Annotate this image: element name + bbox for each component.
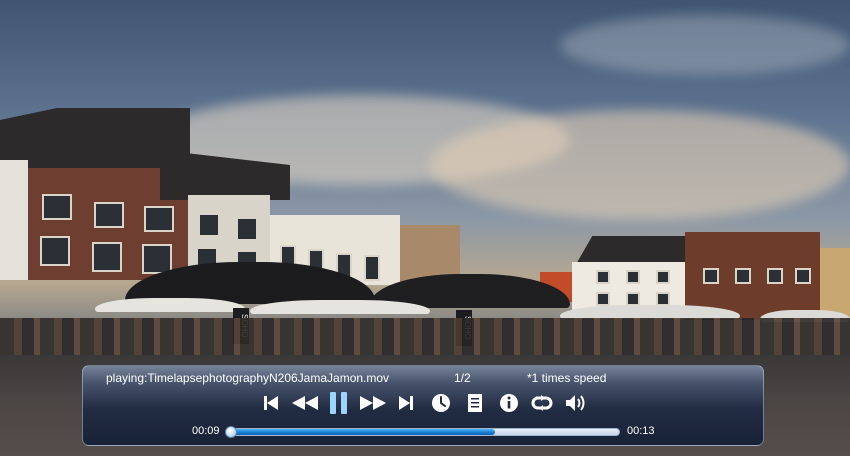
white-umbrella [95,298,245,312]
next-button[interactable] [396,390,416,416]
progress-row: 00:09 00:13 [83,424,763,440]
seek-bar-fill [231,429,495,435]
info-row: playing:TimelapsephotographyN206JamaJamo… [83,371,763,387]
building [820,248,850,320]
playback-speed[interactable]: *1 times speed [527,371,606,385]
repeat-button[interactable] [529,390,555,416]
next-icon [399,396,413,410]
repeat-icon [531,395,553,411]
rewind-button[interactable] [290,390,320,416]
sleep-timer-button[interactable] [430,390,452,416]
seek-handle[interactable] [225,426,237,438]
playlist-icon [468,394,482,412]
fast-forward-icon [360,396,386,410]
cloud [560,15,850,75]
playlist-button[interactable] [465,390,485,416]
cloud [430,110,850,220]
building [0,160,28,280]
previous-button[interactable] [261,390,281,416]
pause-button[interactable] [328,390,350,416]
info-button[interactable] [498,390,520,416]
fast-forward-button[interactable] [358,390,388,416]
volume-button[interactable] [565,390,587,416]
previous-icon [264,396,278,410]
playback-control-panel: playing:TimelapsephotographyN206JamaJamo… [82,365,764,446]
volume-icon [566,395,585,411]
info-icon [500,394,518,412]
rewind-icon [292,396,318,410]
white-umbrella [250,300,430,314]
clock-icon [432,394,450,412]
now-playing-label: playing:TimelapsephotographyN206JamaJamo… [106,371,390,385]
elapsed-time: 00:09 [192,425,220,437]
transport-controls [83,390,763,416]
total-time: 00:13 [627,425,655,437]
seek-bar[interactable] [225,426,620,438]
playlist-position: 1/2 [454,371,471,385]
white-umbrella [560,305,740,319]
pause-icon [330,392,347,414]
